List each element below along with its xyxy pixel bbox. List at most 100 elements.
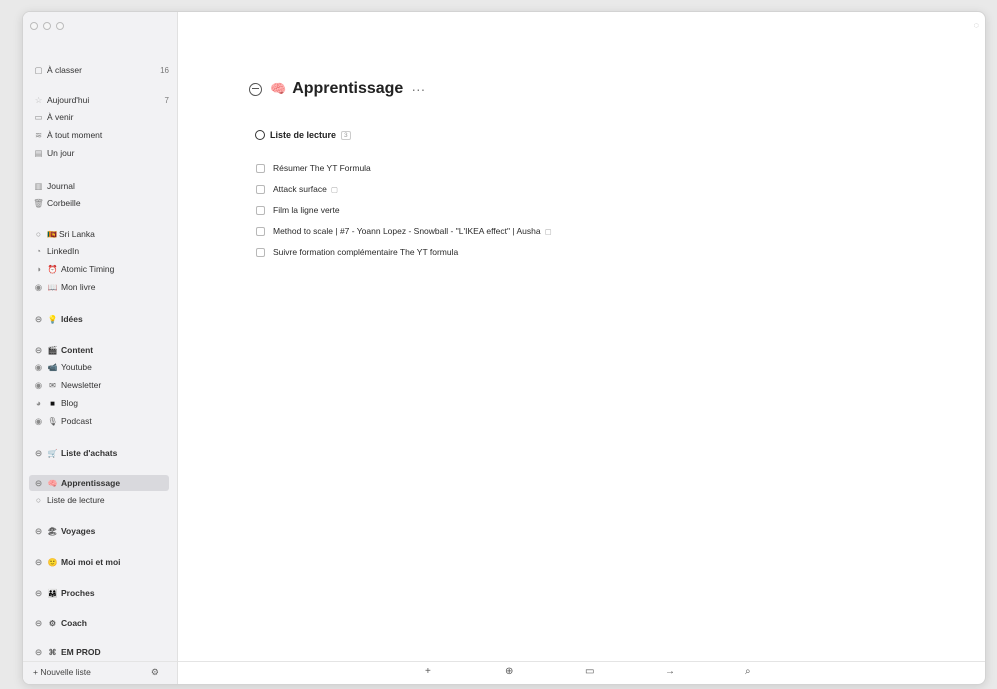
- calendar-icon: ▭: [34, 111, 43, 122]
- task-row[interactable]: Suivre formation complémentaire The YT f…: [256, 245, 462, 259]
- task-checkbox[interactable]: [256, 226, 265, 236]
- area-icon: ⊝: [34, 556, 43, 567]
- task-label: Film la ligne verte: [273, 205, 340, 215]
- task-checkbox[interactable]: [256, 163, 265, 173]
- task-count-badge: 3: [341, 130, 351, 140]
- task-label: Method to scale | #7 - Yoann Lopez - Sno…: [273, 226, 541, 236]
- sidebar-footer: + Nouvelle liste ⚙: [23, 661, 177, 684]
- sidebar-item-label: Liste de lecture: [47, 495, 105, 505]
- zoom-dot[interactable]: [56, 22, 64, 30]
- sidebar-item-project[interactable]: ◉ ✉ Newsletter: [33, 377, 169, 393]
- clapperboard-icon: 🎬: [47, 345, 58, 355]
- area-icon: ⊝: [34, 447, 43, 458]
- sidebar-item-label: Moi moi et moi: [61, 557, 121, 567]
- add-todo-button[interactable]: +: [425, 666, 431, 677]
- new-list-button[interactable]: + Nouvelle liste: [33, 667, 91, 677]
- minimize-dot[interactable]: [43, 22, 51, 30]
- search-button[interactable]: ⌕: [745, 666, 751, 677]
- sidebar-area-travel[interactable]: ⊝ 🏖 Voyages: [33, 523, 169, 539]
- microphone-icon: 🎙: [47, 416, 58, 426]
- sidebar-area-content[interactable]: ⊝ 🎬 Content: [33, 342, 169, 358]
- area-icon: ⊝: [34, 617, 43, 628]
- area-icon: ⊝: [34, 477, 43, 488]
- add-heading-button[interactable]: ⊕: [505, 666, 513, 677]
- close-dot[interactable]: [30, 22, 38, 30]
- more-options-button[interactable]: ···: [411, 81, 425, 97]
- task-checkbox[interactable]: [256, 247, 265, 257]
- sidebar-item-project[interactable]: ◉ 🎙 Podcast: [33, 413, 169, 429]
- task-row[interactable]: Method to scale | #7 - Yoann Lopez - Sno…: [256, 224, 552, 238]
- area-icon: ⊝: [34, 587, 43, 598]
- sidebar-item-logbook[interactable]: ▥ Journal: [33, 178, 169, 194]
- sidebar-item-label: Sri Lanka: [58, 229, 95, 239]
- sidebar-item-today[interactable]: ☆ Aujourd'hui 7: [33, 92, 169, 108]
- sidebar-area-me[interactable]: ⊝ 🙂 Moi moi et moi: [33, 554, 169, 570]
- sidebar-area-ideas[interactable]: ⊝ 💡 Idées: [33, 311, 169, 327]
- today-count: 7: [164, 95, 169, 105]
- task-row[interactable]: Résumer The YT Formula: [256, 161, 375, 175]
- sidebar-item-project[interactable]: ○ 🇱🇰 Sri Lanka: [33, 226, 169, 242]
- sidebar-item-label: Apprentissage: [61, 478, 121, 488]
- sidebar-item-label: Voyages: [61, 526, 96, 536]
- project-heading[interactable]: Liste de lecture 3: [255, 130, 351, 140]
- sidebar-area-family[interactable]: ⊝ 👨‍👩‍👧 Proches: [33, 585, 169, 601]
- sidebar-item-label: Journal: [47, 181, 75, 191]
- smiley-icon: 🙂: [47, 557, 58, 567]
- area-icon: [249, 82, 262, 96]
- sidebar-item-label: EM PROD: [61, 647, 101, 657]
- sidebar-item-anytime[interactable]: ≋ À tout moment: [33, 127, 169, 143]
- alarm-clock-icon: ⏰: [47, 264, 58, 274]
- envelope-icon: ✉: [49, 380, 56, 390]
- task-row[interactable]: Film la ligne verte: [256, 203, 344, 217]
- project-heading-label: Liste de lecture: [270, 130, 337, 140]
- project-circle-icon: ○: [35, 229, 42, 239]
- app-window: ▢ À classer 16 ☆ Aujourd'hui 7 ▭ À venir…: [22, 11, 986, 685]
- page-title-text[interactable]: Apprentissage: [292, 80, 403, 98]
- sidebar-item-label: Un jour: [47, 148, 75, 158]
- trash-icon: 🗑: [33, 197, 44, 208]
- sidebar-item-upcoming[interactable]: ▭ À venir: [33, 109, 169, 125]
- filter-settings-icon[interactable]: ⚙: [151, 667, 159, 678]
- task-label: Résumer The YT Formula: [273, 163, 371, 173]
- sidebar-item-project[interactable]: ◑ ⏰ Atomic Timing: [33, 261, 169, 277]
- family-icon: 👨‍👩‍👧: [47, 588, 58, 598]
- sidebar-item-project[interactable]: ◔ LinkedIn: [33, 243, 169, 259]
- task-label: Suivre formation complémentaire The YT f…: [273, 247, 459, 257]
- sidebar-area-emprod[interactable]: ⊝ ⌘ EM PROD: [33, 644, 169, 660]
- task-checkbox[interactable]: [256, 184, 265, 194]
- window-corner-icon: ◌: [973, 20, 979, 30]
- move-button[interactable]: →: [665, 666, 675, 677]
- flag-icon: 🇱🇰: [47, 229, 57, 239]
- bottom-toolbar: + ⊕ ▭ → ⌕: [178, 661, 985, 684]
- book-icon: 📖: [47, 282, 58, 292]
- project-progress-icon: ◉: [34, 361, 43, 372]
- sidebar-item-label: À venir: [47, 112, 74, 122]
- task-checkbox[interactable]: [256, 205, 265, 215]
- sidebar-item-label: Aujourd'hui: [47, 95, 90, 105]
- sidebar-item-project[interactable]: ◉ 📖 Mon livre: [33, 279, 169, 295]
- project-progress-icon: ◔: [35, 246, 42, 256]
- sidebar-item-project[interactable]: ◉ 📹 Youtube: [33, 359, 169, 375]
- task-label: Attack surface: [273, 184, 327, 194]
- project-circle-icon: ○: [35, 495, 42, 505]
- sidebar-area-coach[interactable]: ⊝ ⚙ Coach: [33, 615, 169, 631]
- sidebar-item-someday[interactable]: ▤ Un jour: [33, 145, 169, 161]
- project-progress-icon: ◉: [34, 379, 43, 390]
- sidebar-item-label: Newsletter: [61, 380, 102, 390]
- sidebar-item-project[interactable]: ◕ ■ Blog: [33, 395, 169, 411]
- sidebar-area-shopping[interactable]: ⊝ 🛒 Liste d'achats: [33, 445, 169, 461]
- note-icon: ▢: [330, 184, 338, 194]
- sidebar-item-label: Corbeille: [47, 198, 81, 208]
- sidebar-item-trash[interactable]: 🗑 Corbeille: [33, 195, 169, 211]
- project-progress-icon: ◉: [34, 415, 43, 426]
- logbook-icon: ▥: [34, 180, 43, 191]
- sidebar-item-reading-list[interactable]: ○ Liste de lecture: [33, 492, 169, 508]
- video-camera-icon: 📹: [47, 362, 58, 372]
- sidebar-item-label: Podcast: [61, 416, 92, 426]
- window-controls[interactable]: [30, 22, 64, 30]
- sidebar-area-learning[interactable]: ⊝ 🧠 Apprentissage: [29, 475, 169, 491]
- when-calendar-button[interactable]: ▭: [585, 666, 594, 677]
- sidebar-item-inbox[interactable]: ▢ À classer 16: [33, 62, 169, 78]
- command-icon: ⌘: [48, 647, 57, 657]
- task-row[interactable]: Attack surface ▢: [256, 182, 338, 196]
